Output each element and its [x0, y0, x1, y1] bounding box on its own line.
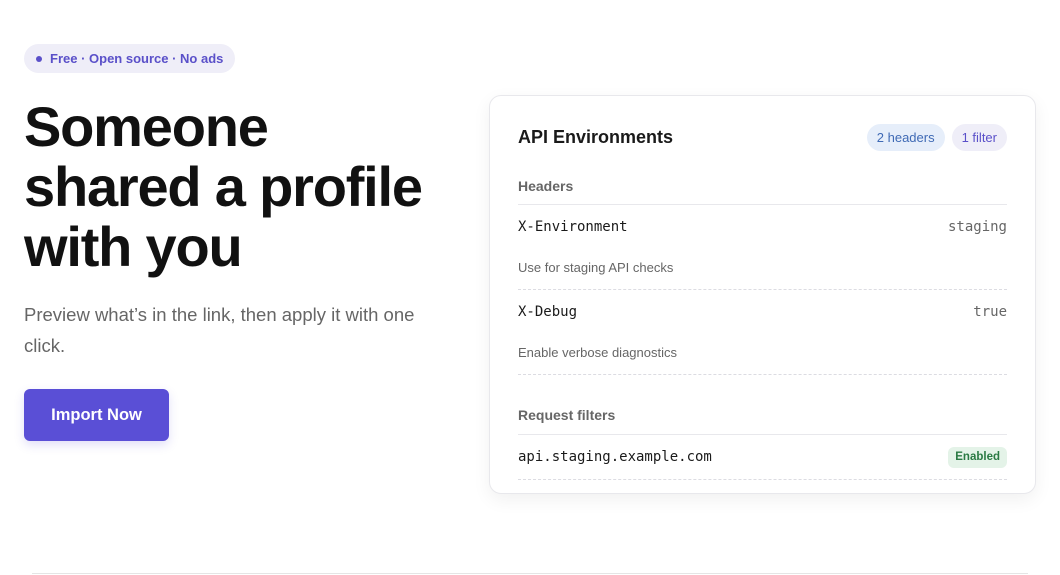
feature-badge-text: Free · Open source · No ads: [50, 51, 224, 66]
headers-section-label: Headers: [518, 168, 1007, 205]
page-title: Someone shared a profile with you: [24, 95, 423, 278]
card-title: API Environments: [518, 126, 674, 147]
header-entry: X-Environment staging Use for staging AP…: [518, 205, 1007, 290]
header-entry-row: X-Debug true: [518, 290, 1007, 334]
profile-preview-card: API Environments 2 headers 1 filter Head…: [489, 95, 1036, 494]
headers-count-pill: 2 headers: [866, 123, 945, 151]
header-value: true: [973, 304, 1007, 320]
header-description: Use for staging API checks: [518, 259, 674, 275]
page-subtitle: Preview what’s in the link, then apply i…: [24, 304, 415, 356]
header-entry-row: X-Environment staging: [518, 205, 1007, 249]
hero-section: Free · Open source · No ads Someone shar…: [24, 44, 454, 441]
header-entry: X-Debug true Enable verbose diagnostics: [518, 290, 1007, 375]
header-description: Enable verbose diagnostics: [518, 344, 677, 360]
header-value: staging: [947, 219, 1007, 235]
bottom-divider: [32, 573, 1028, 574]
filter-entry: api.staging.example.com Enabled: [518, 435, 1007, 480]
filter-value: api.staging.example.com: [518, 449, 712, 465]
filter-status-badge: Enabled: [948, 446, 1007, 468]
page: Free · Open source · No ads Someone shar…: [0, 0, 1060, 575]
card-header: API Environments 2 headers 1 filter: [518, 96, 1007, 178]
card-pills: 2 headers 1 filter: [866, 123, 1007, 151]
header-key: X-Environment: [518, 219, 628, 235]
filters-count-pill: 1 filter: [951, 123, 1007, 151]
header-key: X-Debug: [518, 304, 578, 320]
feature-badge: Free · Open source · No ads: [24, 44, 236, 73]
import-now-button[interactable]: Import Now: [24, 389, 169, 441]
request-filters-section-label: Request filters: [518, 385, 1007, 435]
dot-icon: [36, 55, 42, 62]
filter-entry-row: api.staging.example.com Enabled: [518, 435, 1007, 479]
